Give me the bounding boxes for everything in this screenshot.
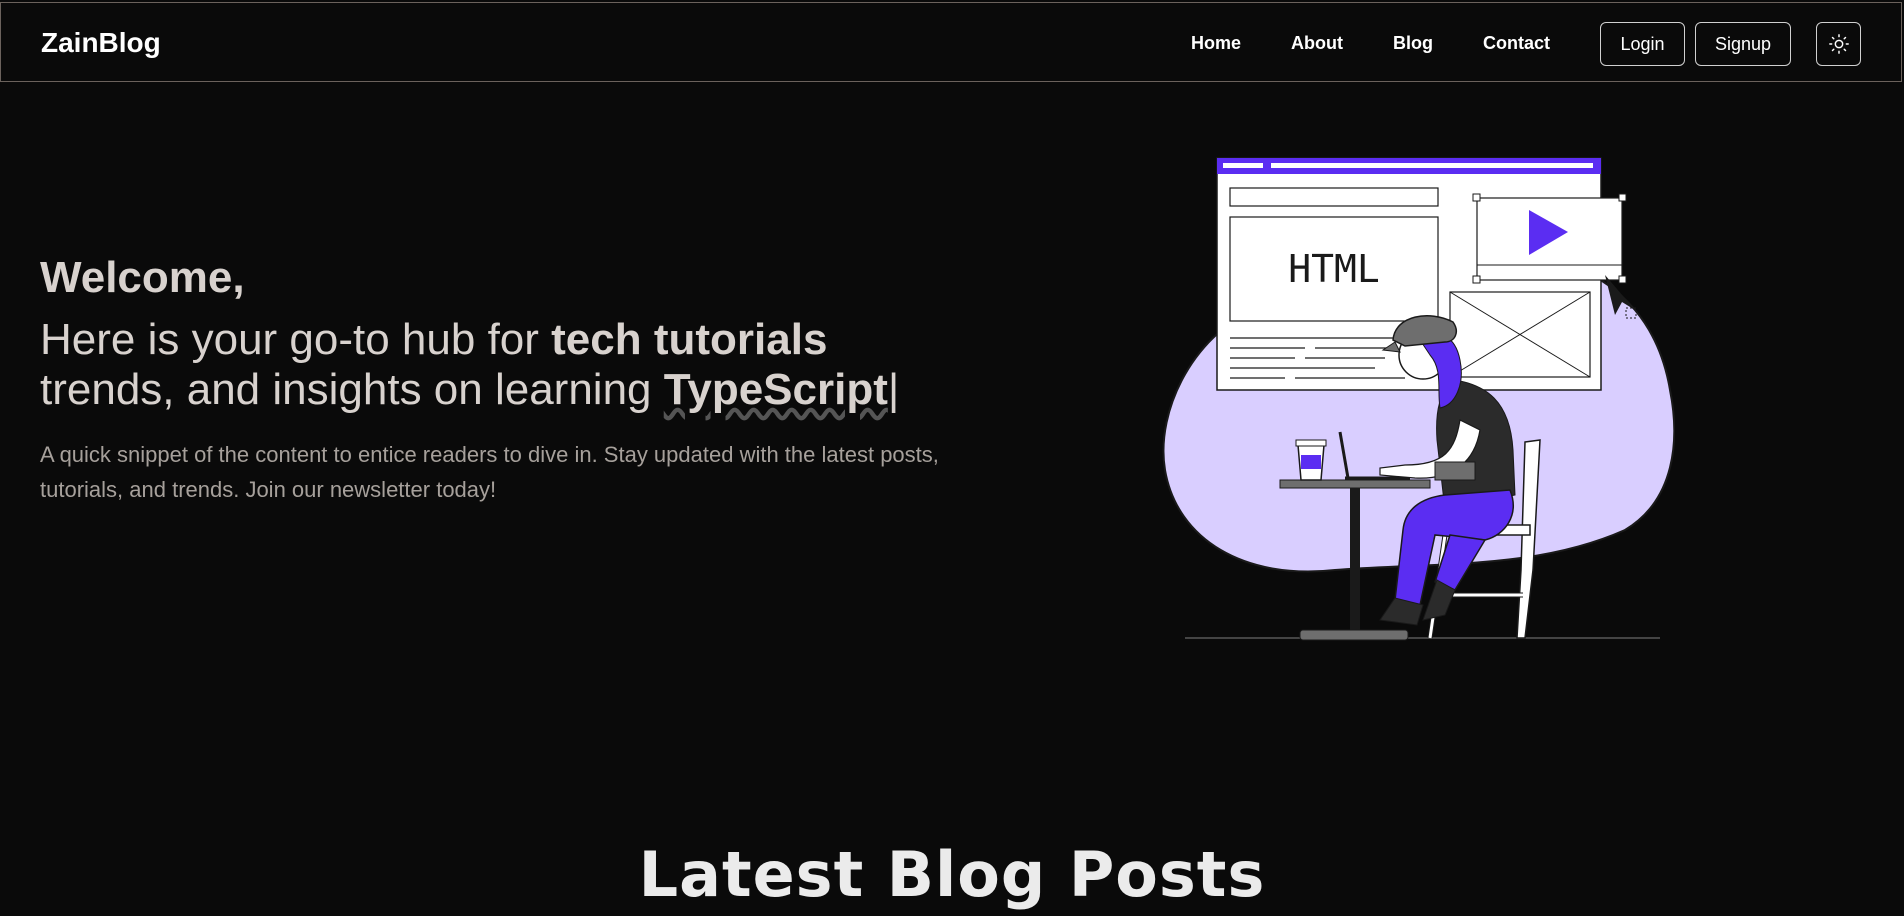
nav-home-link[interactable]: Home <box>1191 33 1241 54</box>
hero-section: Welcome, Here is your go-to hub for tech… <box>40 253 940 507</box>
hero-tagline: Here is your go-to hub for tech tutorial… <box>40 315 940 415</box>
hero-snippet: A quick snippet of the content to entice… <box>40 442 939 503</box>
hero-welcome: Welcome, <box>40 253 245 302</box>
typed-word: TypeScript <box>663 365 888 415</box>
tagline-part2: trends, and insights on learning <box>40 365 664 415</box>
nav-links: Home About Blog Contact <box>1191 33 1600 54</box>
tagline-bold: tech tutorials <box>551 315 828 365</box>
nav-about-link[interactable]: About <box>1291 33 1343 54</box>
coding-person-illustration: HTML <box>1162 157 1676 641</box>
signup-button[interactable]: Signup <box>1695 22 1791 66</box>
brand-logo[interactable]: ZainBlog <box>41 27 161 59</box>
hero-illustration: HTML <box>1155 150 1676 645</box>
nav-contact-link[interactable]: Contact <box>1483 33 1550 54</box>
tagline-part1: Here is your go-to hub for <box>40 315 552 365</box>
nav-blog-link[interactable]: Blog <box>1393 33 1433 54</box>
sun-icon <box>1828 34 1849 54</box>
table-top <box>1279 479 1431 489</box>
login-button[interactable]: Login <box>1600 22 1685 66</box>
typing-caret: | <box>887 365 900 415</box>
theme-toggle-button[interactable] <box>1816 22 1861 66</box>
html-label: HTML <box>1288 247 1380 291</box>
navbar: ZainBlog Home About Blog Contact Login S… <box>0 2 1902 82</box>
latest-posts-title: Latest Blog Posts <box>638 838 1266 911</box>
